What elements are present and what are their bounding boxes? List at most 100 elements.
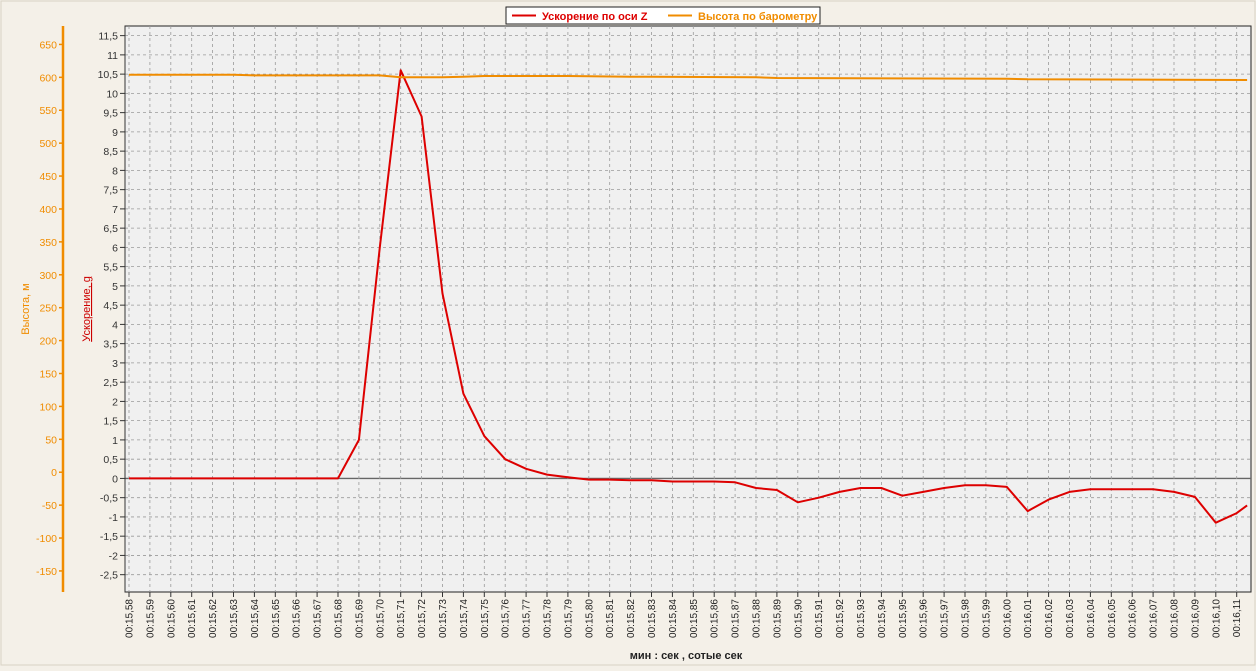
x-axis-tick-label: 00:15,85 — [689, 599, 700, 638]
left-axis-label: Высота, м — [20, 283, 32, 334]
right-axis-tick-label: 11,5 — [98, 31, 118, 43]
right-axis-tick-label: 4,5 — [103, 300, 118, 312]
x-axis-tick-label: 00:16,11 — [1232, 599, 1243, 638]
x-axis-tick-label: 00:15,82 — [626, 599, 637, 638]
x-axis-tick-label: 00:15,90 — [793, 599, 804, 638]
legend-label: Ускорение по оси Z — [542, 11, 648, 23]
left-axis-tick-label: -50 — [42, 500, 57, 512]
left-axis-tick-label: -100 — [36, 533, 57, 545]
x-axis-tick-label: 00:16,06 — [1128, 599, 1139, 638]
x-axis-tick-label: 00:16,03 — [1065, 599, 1076, 638]
left-axis-tick-label: 50 — [45, 434, 57, 446]
left-axis-tick-label: 250 — [39, 303, 57, 315]
left-axis-tick-label: 500 — [39, 138, 57, 150]
right-axis-tick-label: 10,5 — [98, 69, 119, 81]
right-axis-tick-label: 8 — [112, 165, 118, 177]
left-axis-tick-label: 550 — [39, 105, 57, 117]
x-axis-tick-label: 00:15,60 — [166, 599, 177, 638]
right-axis-tick-label: 10 — [106, 88, 118, 100]
x-axis-tick-label: 00:15,75 — [480, 599, 491, 638]
x-axis-tick-label: 00:15,88 — [752, 599, 763, 638]
x-axis-tick-label: 00:15,65 — [271, 599, 282, 638]
x-axis-tick-label: 00:15,98 — [961, 599, 972, 638]
x-axis-tick-label: 00:16,02 — [1044, 599, 1055, 638]
left-axis-tick-label: 450 — [39, 171, 57, 183]
right-axis-tick-label: 2 — [112, 396, 118, 408]
right-axis-tick-label: 0 — [112, 473, 118, 485]
x-axis-tick-label: 00:15,84 — [668, 599, 679, 638]
right-axis-tick-label: 0,5 — [103, 454, 118, 466]
left-axis-tick-label: 300 — [39, 270, 57, 282]
x-axis-tick-label: 00:15,94 — [877, 599, 888, 638]
right-axis-tick-label: 8,5 — [103, 146, 118, 158]
x-axis-tick-label: 00:15,78 — [543, 599, 554, 638]
right-axis-tick-label: 3 — [112, 358, 118, 370]
x-axis-tick-label: 00:15,76 — [501, 599, 512, 638]
x-axis-tick-label: 00:15,61 — [187, 599, 198, 638]
x-axis-tick-label: 00:16,00 — [1002, 599, 1013, 638]
x-axis-tick-label: 00:15,92 — [835, 599, 846, 638]
x-axis-tick-label: 00:15,66 — [292, 599, 303, 638]
right-axis-tick-label: 6,5 — [103, 223, 118, 235]
x-axis-tick-label: 00:15,64 — [250, 599, 261, 638]
left-axis-tick-label: 600 — [39, 72, 57, 84]
x-axis-tick-label: 00:15,91 — [814, 599, 825, 638]
x-axis-tick-label: 00:15,79 — [563, 599, 574, 638]
right-axis-tick-label: 11 — [107, 50, 118, 62]
x-axis-tick-label: 00:16,07 — [1149, 599, 1160, 638]
right-axis-tick-label: 5 — [112, 281, 118, 293]
right-axis-tick-label: -2 — [109, 550, 118, 562]
x-axis-tick-label: 00:15,86 — [710, 599, 721, 638]
right-axis-tick-label: 7,5 — [103, 185, 118, 197]
x-axis-tick-label: 00:15,62 — [208, 599, 219, 638]
x-axis-tick-label: 00:16,01 — [1023, 599, 1034, 638]
left-axis-tick-label: 650 — [39, 39, 57, 51]
x-axis-tick-label: 00:16,04 — [1086, 599, 1097, 638]
x-axis-label: мин : сек , сотые сек — [630, 650, 743, 662]
x-axis-tick-label: 00:15,80 — [584, 599, 595, 638]
right-axis-tick-label: 5,5 — [103, 262, 118, 274]
x-axis-tick-label: 00:15,59 — [145, 599, 156, 638]
right-axis-tick-label: 1 — [112, 435, 118, 447]
right-axis-tick-label: 3,5 — [103, 339, 118, 351]
right-axis-tick-label: 1,5 — [103, 416, 118, 428]
chart-svg: 650600550500450400350300250200150100500-… — [0, 0, 1256, 666]
x-axis-tick-label: 00:15,73 — [438, 599, 449, 638]
x-axis-tick-label: 00:15,77 — [522, 599, 533, 638]
legend-label: Высота по барометру — [698, 11, 818, 23]
x-axis-tick-label: 00:15,58 — [125, 599, 136, 638]
x-axis-tick-label: 00:16,09 — [1190, 599, 1201, 638]
x-axis-tick-label: 00:15,97 — [940, 599, 951, 638]
right-axis-tick-label: -1 — [109, 512, 118, 524]
x-axis-tick-label: 00:15,70 — [375, 599, 386, 638]
x-axis-tick-label: 00:15,95 — [898, 599, 909, 638]
chart-window: 650 600 550 500 450 400 350 300 250 200 150 100 50 0-… — [0, 0, 1256, 666]
x-axis-tick-label: 00:16,10 — [1211, 599, 1222, 638]
right-axis-tick-label: -2,5 — [100, 570, 118, 582]
left-axis-tick-label: -150 — [36, 566, 57, 578]
right-axis-tick-label: 6 — [112, 242, 118, 254]
x-axis-tick-label: 00:15,89 — [772, 599, 783, 638]
legend: Ускорение по оси Z Высота по барометру — [505, 6, 821, 25]
left-axis-tick-label: 200 — [39, 336, 57, 348]
x-axis-tick-label: 00:15,67 — [313, 599, 324, 638]
right-axis-tick-label: 7 — [112, 204, 118, 216]
right-axis-tick-label: 9 — [112, 127, 118, 139]
right-axis-tick-label: 4 — [112, 319, 118, 331]
x-axis-tick-label: 00:15,99 — [981, 599, 992, 638]
right-axis-tick-label: 9,5 — [103, 108, 118, 120]
x-axis-tick-label: 00:15,96 — [919, 599, 930, 638]
left-axis-tick-label: 100 — [39, 401, 57, 413]
x-axis-tick-label: 00:16,05 — [1107, 599, 1118, 638]
x-axis-tick-label: 00:16,08 — [1170, 599, 1181, 638]
right-axis-tick-label: -1,5 — [100, 531, 118, 543]
x-axis-tick-label: 00:15,74 — [459, 599, 470, 638]
plot-area — [124, 25, 1252, 593]
x-axis-tick-label: 00:15,63 — [229, 599, 240, 638]
right-axis-tick-label: 2,5 — [103, 377, 118, 389]
left-axis-tick-label: 400 — [39, 204, 57, 216]
x-axis-tick-label: 00:15,71 — [396, 599, 407, 638]
right-axis-label: Ускорение, g — [81, 276, 93, 342]
x-axis-tick-label: 00:15,87 — [731, 599, 742, 638]
x-axis-tick-label: 00:15,93 — [856, 599, 867, 638]
